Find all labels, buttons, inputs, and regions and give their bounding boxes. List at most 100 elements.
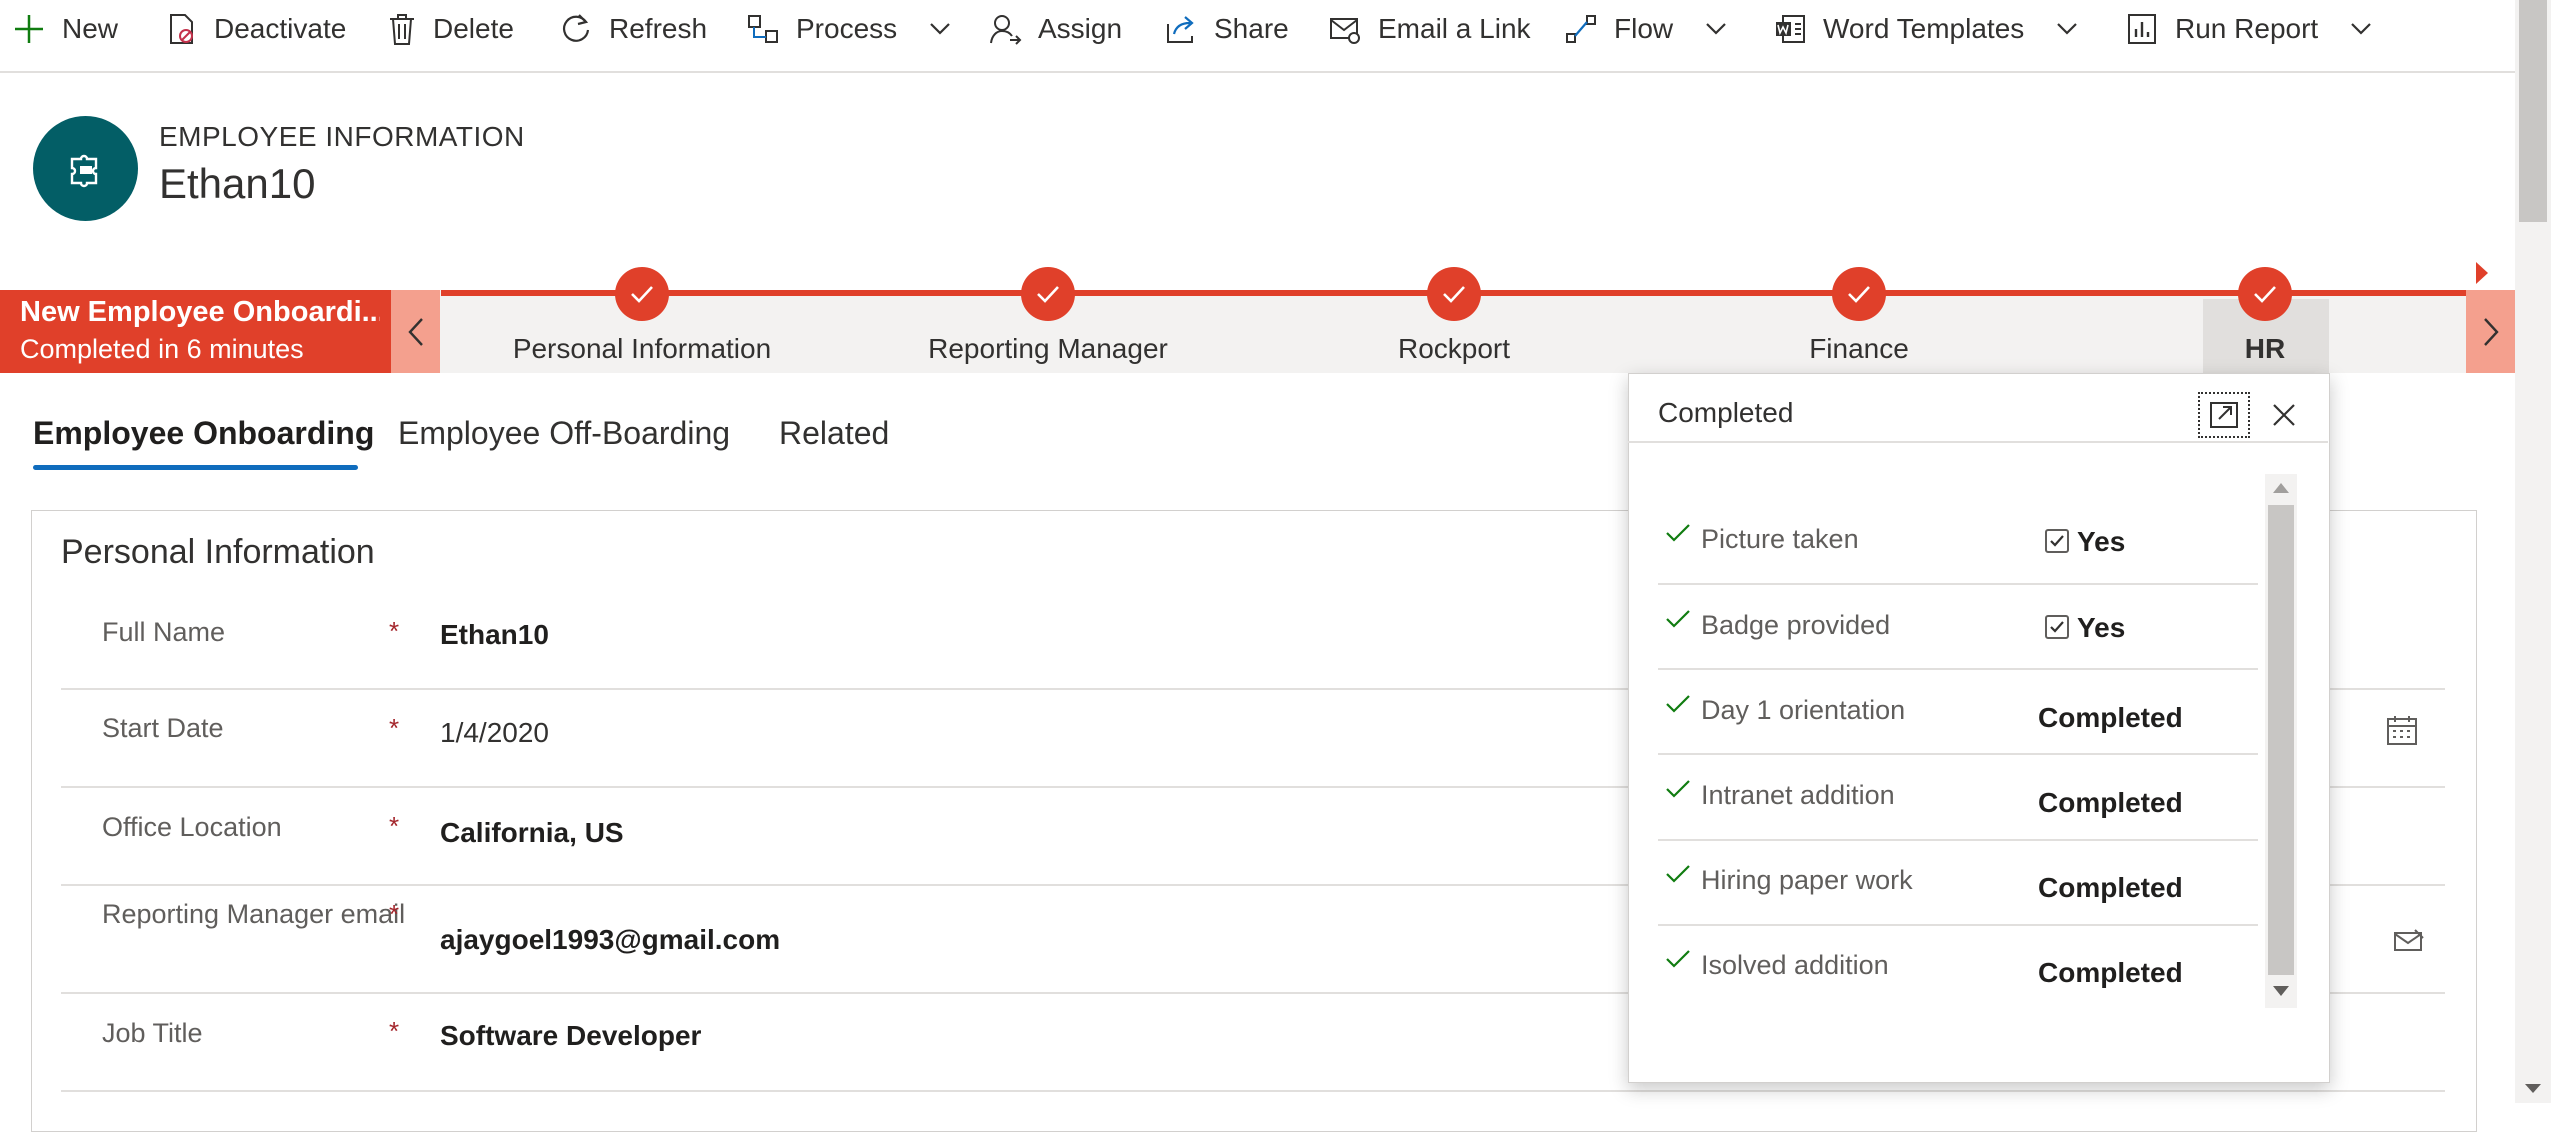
active-tab-indicator — [33, 465, 358, 470]
step-check-icon — [1666, 610, 1690, 628]
email-icon[interactable] — [2393, 928, 2425, 959]
stage-check-icon — [1021, 267, 1075, 321]
job-title-field[interactable]: Software Developer — [440, 1020, 701, 1052]
chevron-right-icon — [2483, 317, 2499, 346]
full-name-field[interactable]: Ethan10 — [440, 619, 549, 651]
deactivate-label: Deactivate — [214, 13, 347, 44]
avatar — [33, 116, 138, 221]
step-check-icon — [1666, 524, 1690, 542]
active-process[interactable]: New Employee Onboardi... Completed in 6 … — [0, 290, 391, 373]
required-mark: * — [389, 713, 400, 743]
dock-flyout-button[interactable] — [2196, 390, 2252, 440]
process-icon — [748, 15, 778, 43]
share-button[interactable]: Share — [1164, 0, 1289, 58]
process-next-button[interactable] — [2466, 290, 2515, 373]
stage-label: Rockport — [1397, 333, 1511, 364]
stage-check-icon — [615, 267, 669, 321]
plus-icon — [15, 15, 43, 43]
stage-label: Personal Information — [512, 333, 772, 364]
tab-employee-off-boarding[interactable]: Employee Off-Boarding — [398, 415, 730, 452]
calendar-icon[interactable] — [2386, 714, 2418, 751]
step-value[interactable]: Completed — [2038, 957, 2183, 989]
scroll-up-arrow-icon[interactable] — [2273, 483, 2289, 493]
step-label: Day 1 orientation — [1701, 695, 1906, 725]
step-check-icon — [1666, 865, 1690, 883]
step-label: Hiring paper work — [1701, 865, 1913, 895]
chevron-down-icon — [930, 23, 950, 35]
trash-icon — [390, 14, 414, 45]
dock-icon — [2210, 402, 2238, 428]
assign-button[interactable]: Assign — [988, 0, 1122, 58]
start-date-label: Start Date — [102, 713, 224, 743]
stage-label: Reporting Manager — [928, 333, 1168, 364]
flyout-title: Completed — [1658, 397, 1794, 428]
close-flyout-button[interactable] — [2256, 390, 2312, 440]
stage-hr[interactable]: HR — [2115, 267, 2415, 365]
email-link-icon — [1330, 18, 1360, 44]
office-location-label: Office Location — [102, 812, 282, 842]
deactivate-button[interactable]: Deactivate — [164, 0, 346, 58]
step-label: Intranet addition — [1701, 780, 1895, 810]
required-mark: * — [389, 899, 400, 929]
stage-rockport[interactable]: Rockport — [1304, 267, 1604, 365]
scroll-down-arrow-icon[interactable] — [2273, 986, 2289, 996]
run-report-label: Run Report — [2175, 13, 2319, 44]
checkmark-icon — [2050, 535, 2064, 547]
run-report-button[interactable]: Run Report — [2125, 0, 2372, 58]
step-check-icon — [1666, 780, 1690, 798]
step-value: Yes — [2077, 526, 2126, 557]
delete-label: Delete — [433, 13, 514, 44]
process-status: Completed in 6 minutes — [20, 334, 304, 364]
badge-provided-checkbox[interactable] — [2045, 615, 2069, 639]
checkmark-icon — [2050, 621, 2064, 633]
step-label: Isolved addition — [1701, 950, 1889, 980]
stage-finance[interactable]: Finance — [1709, 267, 2009, 365]
chevron-down-icon — [2351, 23, 2371, 35]
reporting-manager-email-field[interactable]: ajaygoel1993@gmail.com — [440, 924, 780, 956]
step-value[interactable]: Completed — [2038, 787, 2183, 819]
refresh-button[interactable]: Refresh — [559, 0, 707, 58]
stage-label: HR — [2244, 333, 2286, 364]
stage-reporting-manager[interactable]: Reporting Manager — [898, 267, 1198, 365]
assign-icon — [990, 15, 1022, 45]
page-scroll-thumb[interactable] — [2519, 0, 2547, 222]
process-prev-button[interactable] — [391, 290, 440, 373]
step-check-icon — [1666, 950, 1690, 968]
share-icon — [1167, 16, 1194, 43]
tab-related[interactable]: Related — [779, 415, 889, 452]
step-label: Picture taken — [1701, 524, 1859, 554]
section-title: Personal Information — [61, 533, 375, 571]
step-value[interactable]: Completed — [2038, 702, 2183, 734]
process-end-flag-icon — [2476, 262, 2488, 284]
share-label: Share — [1214, 13, 1289, 44]
stage-check-icon — [1832, 267, 1886, 321]
page-scroll-down-arrow-icon[interactable] — [2525, 1084, 2541, 1093]
tab-employee-onboarding[interactable]: Employee Onboarding — [33, 415, 374, 452]
new-label: New — [62, 13, 119, 44]
step-divider — [1658, 753, 2258, 755]
flyout-header-divider — [1628, 441, 2328, 443]
step-divider — [1658, 924, 2258, 926]
process-label: Process — [796, 13, 898, 44]
picture-taken-checkbox[interactable] — [2045, 529, 2069, 553]
step-value: Yes — [2077, 612, 2126, 643]
flow-button[interactable]: Flow — [1564, 0, 1727, 58]
word-templates-button[interactable]: Word Templates — [1773, 0, 2078, 58]
step-value[interactable]: Completed — [2038, 872, 2183, 904]
office-location-field[interactable]: California, US — [440, 817, 624, 849]
email-a-link-button[interactable]: Email a Link — [1328, 0, 1531, 58]
stage-personal-information[interactable]: Personal Information — [492, 267, 792, 365]
delete-button[interactable]: Delete — [387, 0, 514, 58]
step-check-icon — [1666, 695, 1690, 713]
field-divider — [61, 1090, 2445, 1092]
start-date-field[interactable]: 1/4/2020 — [440, 717, 549, 749]
chevron-left-icon — [407, 317, 423, 346]
stage-label: Finance — [1809, 333, 1909, 364]
stage-check-icon — [2238, 267, 2292, 321]
flyout-scroll-thumb[interactable] — [2268, 505, 2294, 975]
process-button[interactable]: Process — [746, 0, 951, 58]
required-mark: * — [389, 811, 400, 841]
new-button[interactable]: New — [12, 0, 118, 58]
entity-type-label: EMPLOYEE INFORMATION — [159, 121, 525, 152]
assign-label: Assign — [1038, 13, 1123, 44]
